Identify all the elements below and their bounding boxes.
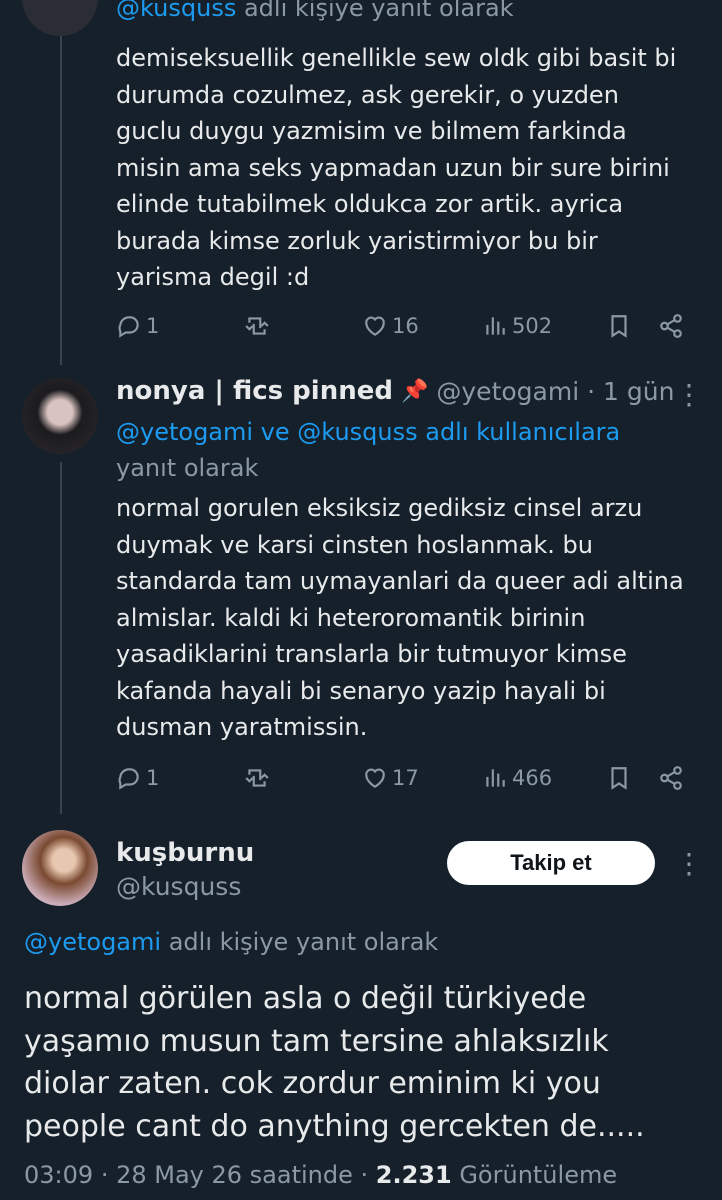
reply-context-handle[interactable]: @yetogami: [24, 928, 161, 956]
reply-context-suffix: adlı kişiye yanıt olarak: [243, 0, 514, 22]
tweet2-text: normal gorulen eksiksiz gediksiz cinsel …: [116, 494, 684, 741]
more-icon[interactable]: ⋮: [675, 378, 703, 411]
views-icon: [486, 769, 505, 787]
share-button[interactable]: [658, 311, 684, 341]
views-count: 466: [512, 766, 553, 790]
reply-icon: [118, 316, 139, 338]
share-icon: [660, 314, 682, 338]
retweet-button[interactable]: [244, 311, 270, 341]
avatar-tweet2[interactable]: [22, 378, 98, 454]
like-count: 16: [392, 314, 419, 338]
more-icon[interactable]: ⋮: [675, 847, 703, 880]
bookmark-icon: [611, 767, 627, 790]
reply-icon: [118, 768, 139, 790]
retweet-icon: [245, 769, 269, 787]
tweet2-display-name[interactable]: nonya | fics pinned: [116, 376, 393, 406]
views-count: 502: [512, 314, 553, 338]
like-icon: [365, 768, 385, 788]
tweet2-time[interactable]: · 1 gün: [587, 377, 674, 406]
reply-count: 1: [146, 766, 160, 790]
main-tweet-meta: 03:09 · 28 May 26 saatinde · 2.231 Görün…: [24, 1161, 617, 1189]
reply-context-main: @yetogami adlı kişiye yanıt olarak: [24, 928, 438, 956]
views-button[interactable]: 502: [482, 311, 552, 341]
reply-context-links[interactable]: @yetogami ve @kusquss adlı kullanıcılara: [116, 414, 676, 450]
bookmark-icon: [611, 315, 627, 338]
main-tweet-views-count: 2.231: [375, 1161, 452, 1189]
avatar-main[interactable]: [22, 830, 98, 906]
tweet1-actions: 1 16 502: [116, 311, 696, 341]
thread-line-1: [60, 0, 62, 365]
reply-count: 1: [146, 314, 160, 338]
main-tweet-views-label: Görüntüleme: [459, 1161, 618, 1189]
reply-context-tweet1: @kusquss adlı kişiye yanıt olarak: [116, 0, 514, 22]
avatar-tweet1[interactable]: [22, 0, 98, 36]
like-button[interactable]: 16: [362, 311, 419, 341]
bookmark-button[interactable]: [606, 311, 632, 341]
views-button[interactable]: 466: [482, 763, 552, 793]
tweet2-handle[interactable]: @yetogami: [436, 377, 579, 406]
reply-button[interactable]: 1: [116, 311, 159, 341]
main-handle[interactable]: @kusquss: [116, 872, 241, 901]
reply-context-suffix: yanıt olarak: [116, 454, 259, 482]
pin-icon: 📌: [400, 378, 429, 404]
share-icon: [660, 766, 682, 790]
main-tweet-text: normal görülen asla o değil türkiyede ya…: [24, 981, 645, 1144]
thread-line-2: [60, 462, 62, 814]
main-display-name[interactable]: kuşburnu: [116, 838, 254, 868]
tweet2-header: nonya | fics pinned 📌 @yetogami · 1 gün: [116, 376, 674, 406]
tweet2-actions: 1 17 466: [116, 763, 696, 793]
reply-context-suffix: adlı kişiye yanıt olarak: [168, 928, 439, 956]
retweet-icon: [245, 317, 269, 335]
views-icon: [486, 317, 505, 335]
reply-button[interactable]: 1: [116, 763, 159, 793]
like-button[interactable]: 17: [362, 763, 419, 793]
share-button[interactable]: [658, 763, 684, 793]
tweet1-text: demiseksuellik genellikle sew oldk gibi …: [116, 44, 677, 291]
bookmark-button[interactable]: [606, 763, 632, 793]
follow-button[interactable]: Takip et: [447, 841, 655, 885]
reply-context-handle[interactable]: @kusquss: [116, 0, 236, 22]
retweet-button[interactable]: [244, 763, 270, 793]
reply-context-tweet2: @yetogami ve @kusquss adlı kullanıcılara…: [116, 414, 676, 486]
main-tweet-date[interactable]: · 28 May 26 saatinde ·: [101, 1161, 368, 1189]
like-count: 17: [392, 766, 419, 790]
main-tweet-time[interactable]: 03:09: [24, 1161, 93, 1189]
like-icon: [365, 316, 385, 336]
